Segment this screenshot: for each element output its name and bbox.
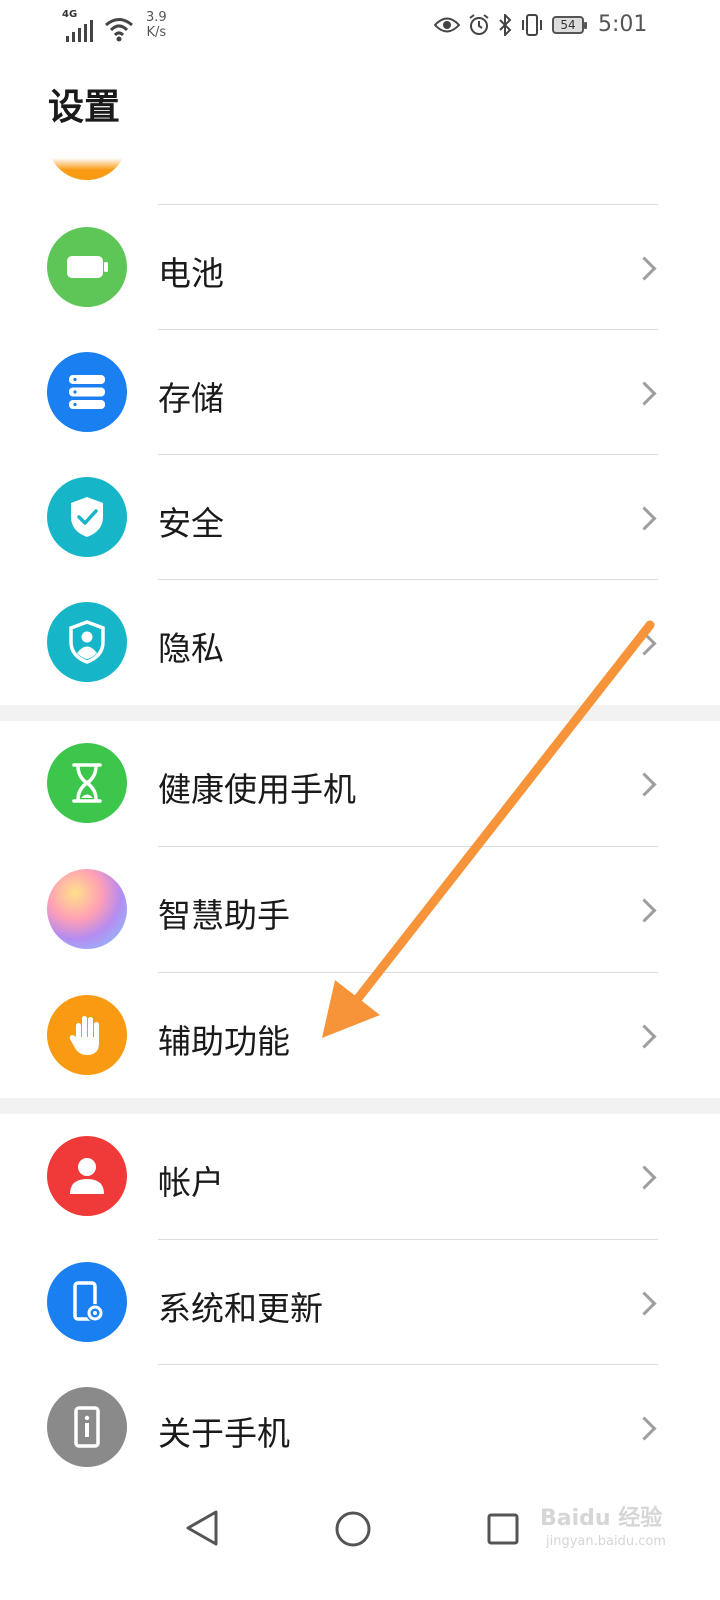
item-label: 安全 [158, 504, 224, 543]
battery-icon [47, 227, 127, 307]
chevron-right-icon [632, 1416, 657, 1441]
chevron-right-icon [632, 1291, 657, 1316]
privacy-icon [47, 602, 127, 682]
chevron-right-icon [632, 381, 657, 406]
item-label: 关于手机 [158, 1414, 290, 1453]
settings-item-storage[interactable]: 存储 [0, 330, 720, 455]
smart-assistant-icon [47, 869, 127, 949]
settings-item-account[interactable]: 帐户 [0, 1114, 720, 1239]
clock: 5:01 [598, 12, 648, 37]
wifi-icon [105, 18, 133, 42]
about-phone-icon [47, 1387, 127, 1467]
home-icon[interactable] [334, 1510, 372, 1548]
settings-item-smart-assistant[interactable]: 智慧助手 [0, 847, 720, 972]
chevron-right-icon [632, 898, 657, 923]
settings-item-battery[interactable]: 电池 [0, 205, 720, 330]
chevron-right-icon [632, 1165, 657, 1190]
storage-icon [47, 352, 127, 432]
item-label: 智慧助手 [158, 896, 290, 935]
status-bar: 4G 3.9 K/s 54 5:01 [0, 0, 720, 50]
system-update-icon [47, 1262, 127, 1342]
watermark-logo: Baidu 经验 [540, 1506, 663, 1531]
settings-item-privacy[interactable]: 隐私 [0, 580, 720, 705]
item-label: 系统和更新 [158, 1289, 323, 1328]
signal-icon [66, 20, 93, 42]
shield-check-icon [47, 477, 127, 557]
chevron-right-icon [632, 506, 657, 531]
settings-item-security[interactable]: 安全 [0, 455, 720, 580]
page-title: 设置 [48, 87, 121, 128]
item-label: 存储 [158, 379, 224, 418]
item-label: 隐私 [158, 629, 224, 668]
status-left: 4G 3.9 K/s [62, 10, 167, 48]
account-icon [47, 1136, 127, 1216]
settings-item-system-update[interactable]: 系统和更新 [0, 1240, 720, 1365]
hand-icon [47, 995, 127, 1075]
chevron-right-icon [632, 772, 657, 797]
watermark-url: jingyan.baidu.com [546, 1534, 666, 1549]
item-label: 健康使用手机 [158, 770, 356, 809]
bluetooth-icon [499, 13, 512, 36]
section-gap [0, 705, 720, 721]
speed-value: 3.9 [146, 10, 167, 25]
eye-comfort-icon [434, 17, 460, 32]
settings-item-accessibility[interactable]: 辅助功能 [0, 973, 720, 1098]
item-label: 电池 [158, 254, 224, 293]
chevron-right-icon [632, 256, 657, 281]
chevron-right-icon [632, 631, 657, 656]
recents-icon[interactable] [486, 1512, 520, 1546]
back-icon[interactable] [184, 1508, 220, 1548]
network-type: 4G [62, 9, 78, 20]
section-gap [0, 1098, 720, 1114]
speed-unit: K/s [146, 25, 167, 40]
battery-indicator: 54 [552, 15, 587, 34]
chevron-right-icon [632, 1024, 657, 1049]
alarm-icon [469, 13, 489, 35]
network-speed: 3.9 K/s [146, 10, 167, 40]
hourglass-icon [47, 743, 127, 823]
scroll-fade [0, 130, 720, 170]
item-label: 辅助功能 [158, 1022, 290, 1061]
vibrate-icon [522, 13, 542, 36]
settings-item-digital-balance[interactable]: 健康使用手机 [0, 721, 720, 846]
item-label: 帐户 [158, 1163, 224, 1202]
settings-item-about-phone[interactable]: 关于手机 [0, 1365, 720, 1490]
status-right: 54 5:01 [434, 12, 647, 37]
